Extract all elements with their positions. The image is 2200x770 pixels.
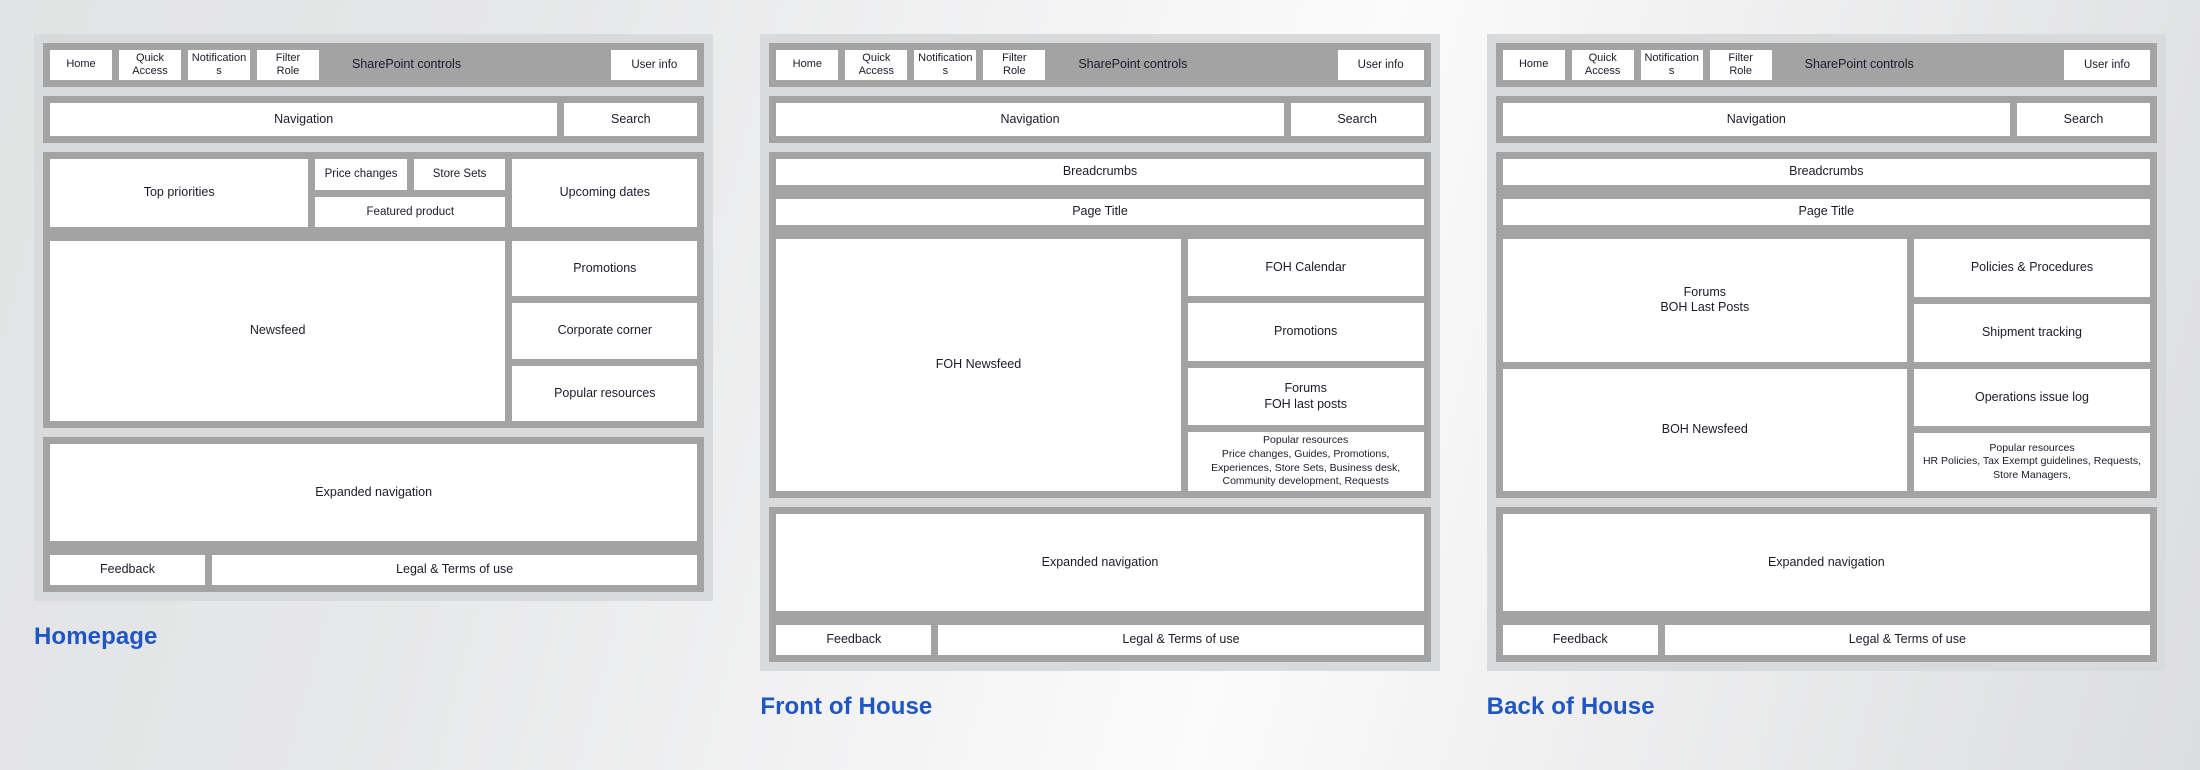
mockup-frame-front-of-house: Home Quick Access Notification s Filter … bbox=[760, 34, 1440, 671]
nav-button-filter-role[interactable]: Filter Role bbox=[983, 50, 1046, 80]
user-info-button[interactable]: User info bbox=[1337, 50, 1424, 80]
featured-product-card[interactable]: Featured product bbox=[315, 196, 506, 227]
header-bar: Home Quick Access Notification s Filter … bbox=[769, 43, 1431, 87]
wireframe-board: Home Quick Access Notification s Filter … bbox=[0, 0, 2200, 770]
navigation-region[interactable]: Navigation bbox=[50, 103, 558, 136]
panel-front-of-house: Home Quick Access Notification s Filter … bbox=[760, 34, 1440, 721]
breadcrumb[interactable]: Breadcrumbs bbox=[776, 159, 1424, 185]
panel-caption-back-of-house: Back of House bbox=[1486, 693, 1655, 720]
content-area-homepage: Top priorities Price changes Store Sets … bbox=[43, 152, 705, 428]
mockup-frame-homepage: Home Quick Access Notification s Filter … bbox=[34, 34, 714, 601]
nav-button-home[interactable]: Home bbox=[50, 50, 112, 80]
popular-resources-card[interactable]: Popular resources bbox=[512, 365, 698, 421]
content-row-top: Top priorities Price changes Store Sets … bbox=[50, 159, 698, 227]
quicklinks-group: Price changes Store Sets Featured produc… bbox=[315, 159, 506, 227]
feedback-button[interactable]: Feedback bbox=[776, 625, 932, 655]
promotions-card[interactable]: Promotions bbox=[512, 241, 698, 297]
nav-button-notifications[interactable]: Notification s bbox=[1640, 50, 1703, 80]
breadcrumb[interactable]: Breadcrumbs bbox=[1502, 159, 2150, 185]
mockup-frame-back-of-house: Home Quick Access Notification s Filter … bbox=[1486, 34, 2166, 671]
panel-back-of-house: Home Quick Access Notification s Filter … bbox=[1486, 34, 2166, 721]
content-area-back-of-house: Breadcrumbs Page Title Forums BOH Last P… bbox=[1495, 152, 2157, 498]
navigation-bar: Navigation Search bbox=[1495, 96, 2157, 143]
main-column: FOH Newsfeed bbox=[776, 239, 1181, 491]
nav-button-filter-role[interactable]: Filter Role bbox=[1709, 50, 1772, 80]
nav-button-home[interactable]: Home bbox=[1502, 50, 1565, 80]
store-sets-card[interactable]: Store Sets bbox=[413, 159, 506, 190]
navigation-region[interactable]: Navigation bbox=[1502, 103, 2010, 136]
nav-button-notifications[interactable]: Notification s bbox=[188, 50, 250, 80]
search-box[interactable]: Search bbox=[564, 103, 698, 136]
newsfeed-card[interactable]: Newsfeed bbox=[50, 241, 506, 421]
foh-calendar-card[interactable]: FOH Calendar bbox=[1187, 239, 1424, 297]
user-info-button[interactable]: User info bbox=[611, 50, 698, 80]
side-column: Policies & Procedures Shipment tracking … bbox=[1913, 239, 2150, 491]
nav-button-notifications[interactable]: Notification s bbox=[914, 50, 977, 80]
legal-terms-link[interactable]: Legal & Terms of use bbox=[938, 625, 1424, 655]
corporate-corner-card[interactable]: Corporate corner bbox=[512, 303, 698, 359]
search-box[interactable]: Search bbox=[1290, 103, 1424, 136]
sharepoint-controls-label: SharePoint controls bbox=[352, 57, 462, 72]
page-title: Page Title bbox=[776, 199, 1424, 225]
expanded-navigation-card[interactable]: Expanded navigation bbox=[50, 444, 698, 541]
footer-area: Expanded navigation Feedback Legal & Ter… bbox=[769, 507, 1431, 662]
panel-caption-homepage: Homepage bbox=[34, 623, 158, 650]
policies-procedures-card[interactable]: Policies & Procedures bbox=[1913, 239, 2150, 297]
price-changes-card[interactable]: Price changes bbox=[315, 159, 407, 190]
legal-terms-link[interactable]: Legal & Terms of use bbox=[1664, 625, 2150, 655]
footer-area: Expanded navigation Feedback Legal & Ter… bbox=[43, 437, 705, 592]
side-column: FOH Calendar Promotions Forums FOH last … bbox=[1187, 239, 1424, 492]
panel-homepage: Home Quick Access Notification s Filter … bbox=[34, 34, 714, 651]
header-bar: Home Quick Access Notification s Filter … bbox=[1495, 43, 2157, 87]
shipment-tracking-card[interactable]: Shipment tracking bbox=[1913, 303, 2150, 362]
content-row-main: Newsfeed Promotions Corporate corner Pop… bbox=[50, 241, 698, 421]
popular-resources-card[interactable]: Popular resources Price changes, Guides,… bbox=[1187, 432, 1424, 492]
navigation-region[interactable]: Navigation bbox=[776, 103, 1284, 136]
forums-foh-last-posts-card[interactable]: Forums FOH last posts bbox=[1187, 367, 1424, 426]
forums-boh-last-posts-card[interactable]: Forums BOH Last Posts bbox=[1502, 239, 1907, 362]
content-columns: Forums BOH Last Posts BOH Newsfeed Polic… bbox=[1502, 239, 2150, 491]
footer-area: Expanded navigation Feedback Legal & Ter… bbox=[1495, 507, 2157, 662]
page-title: Page Title bbox=[1502, 199, 2150, 225]
feedback-button[interactable]: Feedback bbox=[50, 555, 205, 585]
upcoming-dates-card[interactable]: Upcoming dates bbox=[512, 159, 698, 227]
search-box[interactable]: Search bbox=[2016, 103, 2150, 136]
top-priorities-card[interactable]: Top priorities bbox=[50, 159, 309, 227]
nav-button-home[interactable]: Home bbox=[776, 50, 839, 80]
main-column: Forums BOH Last Posts BOH Newsfeed bbox=[1502, 239, 1907, 491]
navigation-bar: Navigation Search bbox=[769, 96, 1431, 143]
legal-terms-link[interactable]: Legal & Terms of use bbox=[212, 555, 698, 585]
expanded-navigation-card[interactable]: Expanded navigation bbox=[1502, 514, 2150, 611]
popular-resources-card[interactable]: Popular resources HR Policies, Tax Exemp… bbox=[1913, 433, 2150, 491]
nav-button-quick-access[interactable]: Quick Access bbox=[845, 50, 908, 80]
user-info-button[interactable]: User info bbox=[2063, 50, 2150, 80]
nav-button-quick-access[interactable]: Quick Access bbox=[1571, 50, 1634, 80]
expanded-navigation-card[interactable]: Expanded navigation bbox=[776, 514, 1424, 611]
right-rail: Promotions Corporate corner Popular reso… bbox=[512, 241, 698, 421]
boh-newsfeed-card[interactable]: BOH Newsfeed bbox=[1502, 368, 1907, 491]
sharepoint-controls-label: SharePoint controls bbox=[1804, 57, 1914, 72]
header-bar: Home Quick Access Notification s Filter … bbox=[43, 43, 705, 87]
sharepoint-controls-label: SharePoint controls bbox=[1078, 57, 1188, 72]
operations-issue-log-card[interactable]: Operations issue log bbox=[1913, 368, 2150, 427]
nav-button-quick-access[interactable]: Quick Access bbox=[119, 50, 181, 80]
navigation-bar: Navigation Search bbox=[43, 96, 705, 143]
promotions-card[interactable]: Promotions bbox=[1187, 303, 1424, 361]
panel-caption-front-of-house: Front of House bbox=[760, 693, 933, 720]
content-area-front-of-house: Breadcrumbs Page Title FOH Newsfeed FOH … bbox=[769, 152, 1431, 498]
feedback-button[interactable]: Feedback bbox=[1502, 625, 1658, 655]
foh-newsfeed-card[interactable]: FOH Newsfeed bbox=[776, 239, 1181, 491]
content-columns: FOH Newsfeed FOH Calendar Promotions For… bbox=[776, 239, 1424, 492]
nav-button-filter-role[interactable]: Filter Role bbox=[257, 50, 319, 80]
